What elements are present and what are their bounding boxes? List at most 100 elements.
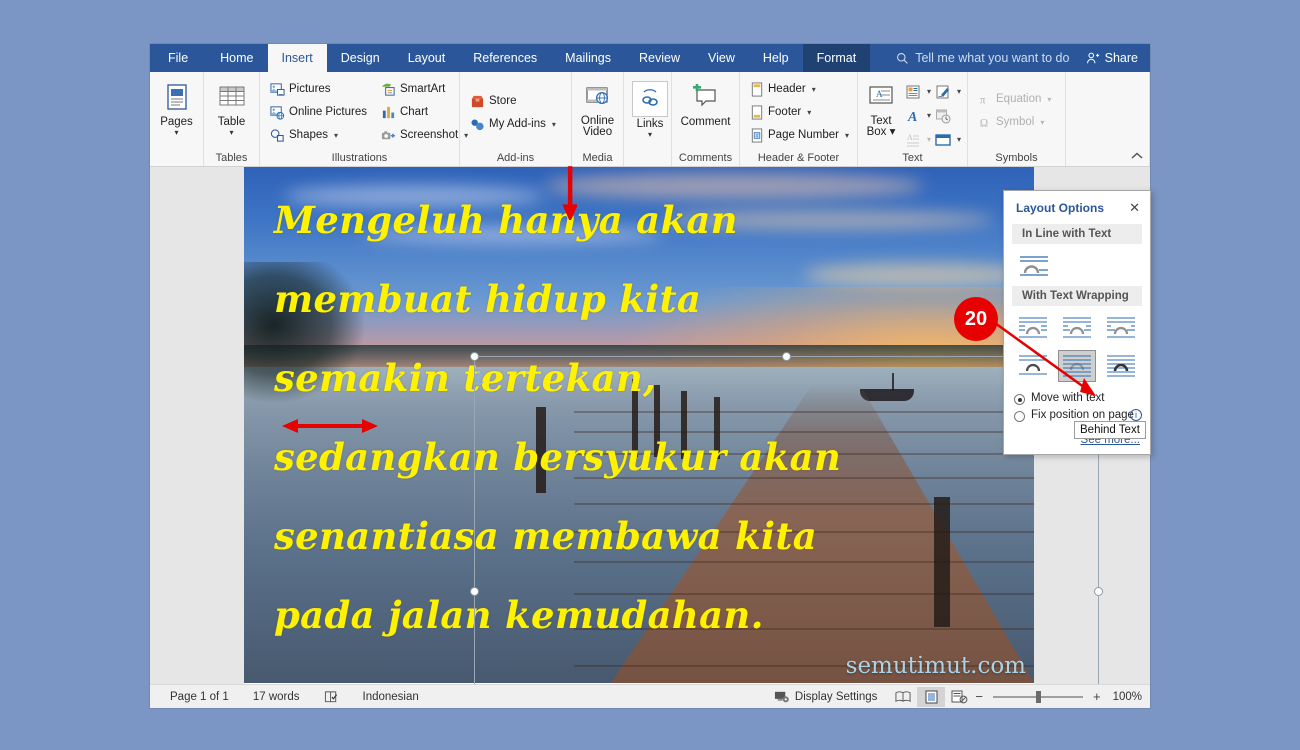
in-front-of-text-wrap-icon[interactable] <box>1102 350 1140 382</box>
share-button[interactable]: Share <box>1086 44 1138 72</box>
zoom-slider[interactable] <box>992 690 1083 703</box>
page-number-button[interactable]: # Page Number ▾ <box>746 124 853 146</box>
wordart-icon[interactable]: A <box>902 105 924 127</box>
info-icon[interactable]: i <box>1130 409 1142 421</box>
proofing-status[interactable] <box>312 690 351 704</box>
word-count[interactable]: 17 words <box>241 691 312 703</box>
shapes-label: Shapes <box>289 129 329 141</box>
zoom-level-label[interactable]: 100% <box>1103 691 1142 703</box>
online-pictures-button[interactable]: Online Pictures <box>266 101 371 123</box>
chevron-down-icon[interactable]: ▾ <box>957 87 961 96</box>
chevron-down-icon[interactable]: ▾ <box>927 87 931 96</box>
chevron-down-icon: ▾ <box>174 128 179 137</box>
chevron-down-icon[interactable]: ▾ <box>927 111 931 120</box>
quote-line: pada jalan kemudahan. <box>274 593 764 637</box>
chart-icon <box>381 105 396 120</box>
links-button[interactable]: Links ▾ <box>630 78 670 141</box>
resize-handle-top-center[interactable] <box>782 352 791 361</box>
quote-line: Mengeluh hanya akan <box>274 198 738 242</box>
chevron-down-icon: ▾ <box>1047 94 1052 104</box>
collapse-ribbon-button[interactable] <box>1130 151 1144 164</box>
header-icon <box>750 81 764 97</box>
comment-label: Comment <box>680 116 731 128</box>
screenshot-label: Screenshot <box>399 129 459 141</box>
pages-button[interactable]: Pages ▾ <box>156 78 197 139</box>
wrap-tooltip: Behind Text <box>1074 421 1146 439</box>
web-layout-view-button[interactable] <box>945 687 973 707</box>
quick-parts-icon[interactable] <box>902 81 924 103</box>
resize-handle-middle-left[interactable] <box>470 587 479 596</box>
resize-handle-middle-right[interactable] <box>1094 587 1103 596</box>
online-video-label: Online Video <box>580 115 615 138</box>
text-box-button[interactable]: A Text Box ▾ <box>864 78 898 141</box>
screenshot-icon <box>381 128 396 143</box>
header-footer-group-label: Header & Footer <box>757 152 840 164</box>
page-count-label: Page 1 of 1 <box>170 690 229 703</box>
tab-design[interactable]: Design <box>327 44 394 72</box>
page-number-label: Page Number <box>768 129 839 141</box>
comment-button[interactable]: Comment <box>678 78 733 131</box>
symbols-group-label: Symbols <box>995 152 1038 164</box>
pictures-button[interactable]: Pictures <box>266 78 371 100</box>
table-button[interactable]: Table ▾ <box>210 78 253 139</box>
tell-me-label: Tell me what you want to do <box>915 51 1070 65</box>
tab-design-label: Design <box>340 51 380 65</box>
ribbon-group-pages: Pages ▾ <box>150 72 204 166</box>
ribbon-group-symbols: π Equation ▾ Ω Symbol ▾ Symbols <box>968 72 1066 166</box>
object-icon[interactable] <box>932 129 954 151</box>
word-count-label: 17 words <box>252 690 300 703</box>
read-mode-view-button[interactable] <box>889 687 917 707</box>
comments-group-label: Comments <box>678 152 733 164</box>
display-settings-button[interactable]: Display Settings <box>762 690 889 704</box>
chevron-down-icon[interactable]: ▾ <box>957 135 961 144</box>
store-icon <box>470 94 485 109</box>
tab-review[interactable]: Review <box>625 44 694 72</box>
pages-label: Pages <box>160 116 193 128</box>
screenshot-button[interactable]: Screenshot ▾ <box>377 124 472 146</box>
page-count[interactable]: Page 1 of 1 <box>158 691 241 703</box>
tab-mailings[interactable]: Mailings <box>551 44 625 72</box>
tab-file[interactable]: File <box>150 44 207 72</box>
close-icon[interactable]: ✕ <box>1129 200 1140 216</box>
zoom-in-button[interactable]: + <box>1091 689 1103 704</box>
resize-handle-top-left[interactable] <box>470 352 479 361</box>
smartart-button[interactable]: SmartArt <box>377 78 472 100</box>
online-video-button[interactable]: Online Video <box>578 78 617 141</box>
svg-text:A: A <box>907 133 913 142</box>
in-line-with-text-icon[interactable] <box>1014 250 1054 282</box>
tab-insert[interactable]: Insert <box>267 44 327 72</box>
chart-button[interactable]: Chart <box>377 101 472 123</box>
inline-wrap-row <box>1004 246 1150 284</box>
footer-button[interactable]: Footer ▾ <box>746 101 853 123</box>
store-button[interactable]: Store <box>466 90 560 112</box>
tab-home-label: Home <box>220 51 254 65</box>
tab-layout[interactable]: Layout <box>394 44 460 72</box>
tab-help[interactable]: Help <box>749 44 803 72</box>
language-status[interactable]: Indonesian <box>351 691 431 703</box>
layout-options-title: Layout Options <box>1016 201 1104 215</box>
ribbon-group-media: Online Video Media <box>572 72 624 166</box>
zoom-out-button[interactable]: − <box>973 689 985 704</box>
addins-group-label: Add-ins <box>496 152 535 164</box>
tab-references[interactable]: References <box>459 44 551 72</box>
horizontal-move-arrow <box>282 419 378 433</box>
chevron-down-icon: ▾ <box>807 107 812 117</box>
through-wrap-icon[interactable] <box>1102 312 1140 344</box>
media-group-label: Media <box>582 152 613 164</box>
ribbon-group-tables: Table ▾ Tables <box>204 72 260 166</box>
shapes-button[interactable]: Shapes ▾ <box>266 124 371 146</box>
ribbon-group-comments: Comment Comments <box>672 72 740 166</box>
tab-insert-label: Insert <box>281 51 313 65</box>
header-button[interactable]: Header ▾ <box>746 78 853 100</box>
tab-home[interactable]: Home <box>206 44 267 72</box>
print-layout-view-button[interactable] <box>917 686 946 707</box>
chevron-down-icon: ▾ <box>1040 117 1045 127</box>
signature-line-icon[interactable] <box>932 81 954 103</box>
tell-me-search[interactable]: Tell me what you want to do <box>896 44 1069 72</box>
tab-format[interactable]: Format <box>802 44 871 72</box>
my-addins-button[interactable]: My Add-ins ▾ <box>466 113 560 135</box>
tab-view[interactable]: View <box>694 44 749 72</box>
tab-mailings-label: Mailings <box>565 51 612 65</box>
zoom-slider-thumb[interactable] <box>1035 690 1041 703</box>
chevron-down-icon: ▾ <box>551 119 556 129</box>
